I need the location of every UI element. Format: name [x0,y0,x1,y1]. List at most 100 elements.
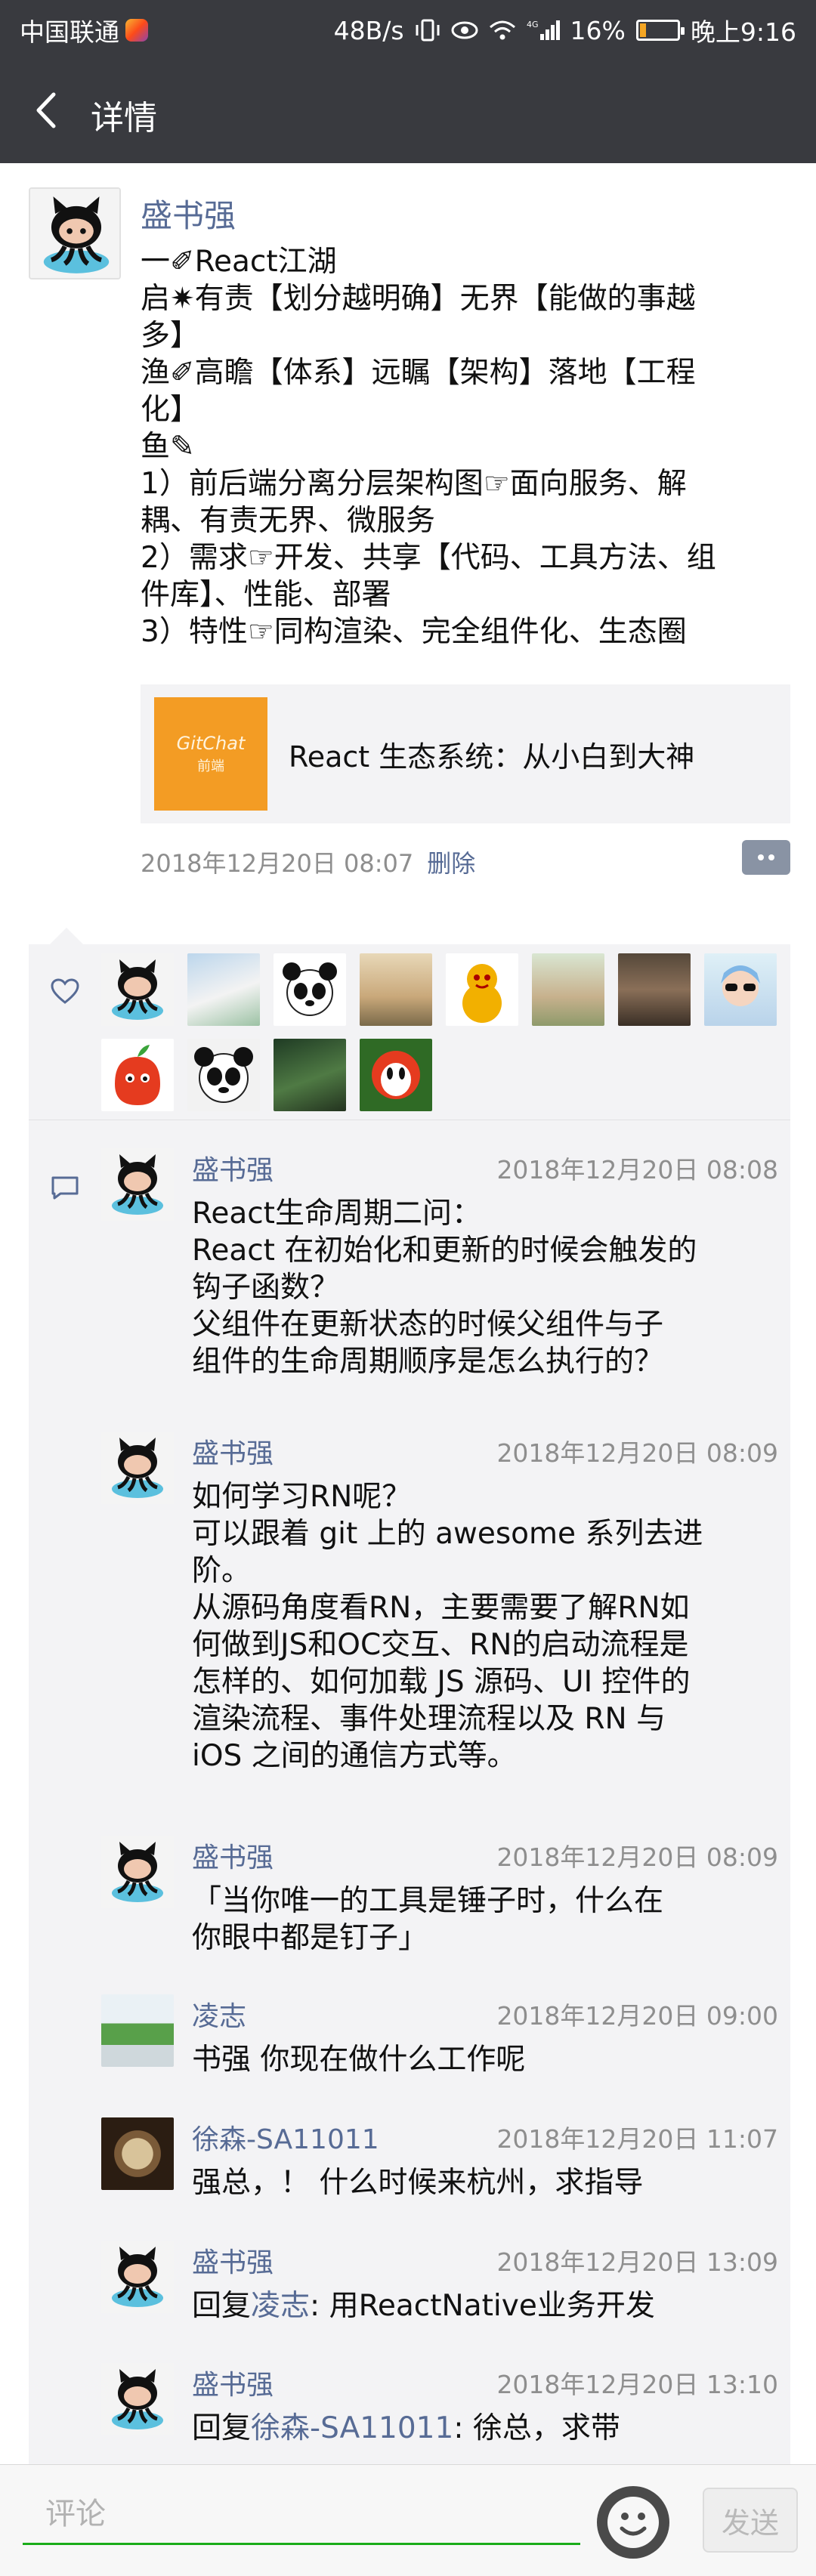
author-avatar[interactable] [29,187,121,280]
comment-input[interactable]: 评论 [23,2488,580,2545]
comment-item[interactable]: 盛书强 2018年12月20日 13:10 回复徐森-SA11011: 徐总，求… [101,2363,781,2454]
post-line: 件库】、性能、部署 [141,578,391,612]
comment-line: 从源码角度看RN，主要需要了解RN如 [192,1591,690,1625]
title-bar: 详情 [0,59,816,163]
reply-text: : 徐总，求带 [453,2411,620,2445]
commenter-name[interactable]: 盛书强 [192,2241,274,2280]
comment-item[interactable]: 盛书强 2018年12月20日 08:09 如何学习RN呢？ 可以跟着 git … [101,1432,781,1794]
liker-avatar[interactable] [360,953,432,1026]
delete-link[interactable]: 删除 [427,845,475,879]
post-time: 2018年12月20日 08:07 [141,849,414,878]
comment-text: 强总，！ 什么时候来杭州，求指导 [192,2164,781,2201]
post-line: 3）特性☞同构渲染、完全组件化、生态圈 [141,615,687,649]
comment-line: 如何学习RN呢？ [192,1480,412,1514]
commenter-name[interactable]: 盛书强 [192,1836,274,1875]
likes-section [29,944,790,1120]
comment-line: 可以跟着 git 上的 awesome 系列去进 [192,1517,703,1551]
commenter-name[interactable]: 徐森-SA11011 [192,2117,379,2157]
commenter-name[interactable]: 盛书强 [192,1432,274,1471]
eye-icon [451,21,478,39]
comment-text: 回复凌志: 用ReactNative业务开发 [192,2287,781,2324]
back-button[interactable] [23,88,68,133]
shared-link-title: React 生态系统：从小白到大神 [289,740,695,774]
comment-item[interactable]: 徐森-SA11011 2018年12月20日 11:07 强总，！ 什么时候来杭… [101,2117,781,2208]
reply-target-name[interactable]: 徐森-SA11011 [251,2411,453,2445]
comment-item[interactable]: 盛书强 2018年12月20日 13:09 回复凌志: 用ReactNative… [101,2241,781,2331]
comment-line: 渲染流程、事件处理流程以及 RN 与 [192,1702,666,1736]
comment-line: 钩子函数？ [192,1271,340,1305]
comment-line: 阶。 [192,1554,252,1588]
status-bar: 中国联通 48B/s 4G 16% 晚上9:16 [0,0,816,59]
liker-avatar[interactable] [274,1039,346,1111]
comment-line: iOS 之间的通信方式等。 [192,1739,517,1773]
commenter-avatar[interactable] [101,2241,174,2313]
liker-avatar[interactable] [360,1039,432,1111]
gitchat-thumbnail: GitChat 前端 [154,697,267,811]
commenter-avatar[interactable] [101,1148,174,1221]
svg-text:4G: 4G [527,20,539,29]
comment-item[interactable]: 盛书强 2018年12月20日 08:08 React生命周期二问： React… [101,1148,781,1398]
comment-line: 何做到JS和OC交互、RN的启动流程是 [192,1628,689,1662]
more-actions-button[interactable] [742,840,790,875]
liker-avatar[interactable] [187,953,260,1026]
comment-line: 你眼中都是钉子」 [192,1921,428,1955]
octocat-avatar-image [30,189,119,278]
comment-line: 「当你唯一的工具是锤子时，什么在 [192,1884,664,1918]
post-line: 鱼✎ [141,430,195,464]
comment-text: 回复徐森-SA11011: 徐总，求带 [192,2410,781,2447]
send-button[interactable]: 发送 [703,2488,798,2553]
liker-avatar[interactable] [187,1039,260,1111]
commenter-name[interactable]: 盛书强 [192,1148,274,1188]
post-line: 化】 [141,393,200,427]
liker-avatar[interactable] [101,953,174,1026]
liker-avatar[interactable] [101,1039,174,1111]
comment-line: 强总，！ 什么时候来杭州，求指导 [192,2166,644,2200]
liker-avatar[interactable] [274,953,346,1026]
comment-time: 2018年12月20日 13:09 [496,2247,778,2277]
post-line: 一✐React江湖 [141,245,337,279]
comment-item[interactable]: 凌志 2018年12月20日 09:00 书强 你现在做什么工作呢 [101,1994,781,2085]
commenter-avatar[interactable] [101,1994,174,2067]
commenter-avatar[interactable] [101,1432,174,1504]
vibrate-icon [416,19,440,42]
comment-time: 2018年12月20日 08:08 [496,1155,778,1185]
post-line: 耦、有责无界、微服务 [141,504,436,538]
commenter-name[interactable]: 凌志 [192,1994,246,2034]
commenter-avatar[interactable] [101,1836,174,1908]
interaction-panel: 盛书强 2018年12月20日 08:08 React生命周期二问： React… [29,944,790,2464]
smiley-icon [598,2488,668,2557]
heart-icon [51,978,79,1004]
comment-line: 父组件在更新状态的时候父组件与子 [192,1308,664,1342]
battery-icon [635,20,685,41]
post-line: 1）前后端分离分层架构图☞面向服务、解 [141,467,687,501]
author-name[interactable]: 盛书强 [141,190,236,236]
shared-link-card[interactable]: GitChat 前端 React 生态系统：从小白到大神 [141,684,790,823]
comment-line: 书强 你现在做什么工作呢 [192,2043,526,2077]
liker-avatar-grid [101,953,781,1111]
liker-avatar[interactable] [446,953,518,1026]
liker-avatar[interactable] [618,953,691,1026]
commenter-avatar[interactable] [101,2363,174,2435]
app-notification-icon [125,19,148,42]
commenter-name[interactable]: 盛书强 [192,2363,274,2402]
reply-prefix: 回复 [192,2411,252,2445]
carrier-label: 中国联通 [20,17,119,47]
chevron-left-icon [36,92,56,128]
reply-target-name[interactable]: 凌志 [251,2289,310,2323]
post-text: 一✐React江湖 启✷有责【划分越明确】无界【能做的事越 多】 渔✐高瞻【体系… [141,243,760,650]
comment-time: 2018年12月20日 08:09 [496,1438,778,1468]
comment-composer: 评论 发送 [0,2464,816,2576]
comment-bubble-icon [51,1176,79,1200]
network-speed: 48B/s [333,15,404,45]
page-title: 详情 [91,99,157,137]
commenter-avatar[interactable] [101,2117,174,2190]
emoji-button[interactable] [597,2486,669,2559]
liker-avatar[interactable] [532,953,604,1026]
reply-prefix: 回复 [192,2289,252,2323]
wifi-icon [489,20,515,40]
liker-avatar[interactable] [704,953,777,1026]
comment-line: React生命周期二问： [192,1197,481,1231]
comment-item[interactable]: 盛书强 2018年12月20日 08:09 「当你唯一的工具是锤子时，什么在 你… [101,1836,781,1957]
comment-text: 如何学习RN呢？ 可以跟着 git 上的 awesome 系列去进 阶。 从源码… [192,1478,781,1774]
post-line: 启✷有责【划分越明确】无界【能做的事越 [141,282,696,316]
